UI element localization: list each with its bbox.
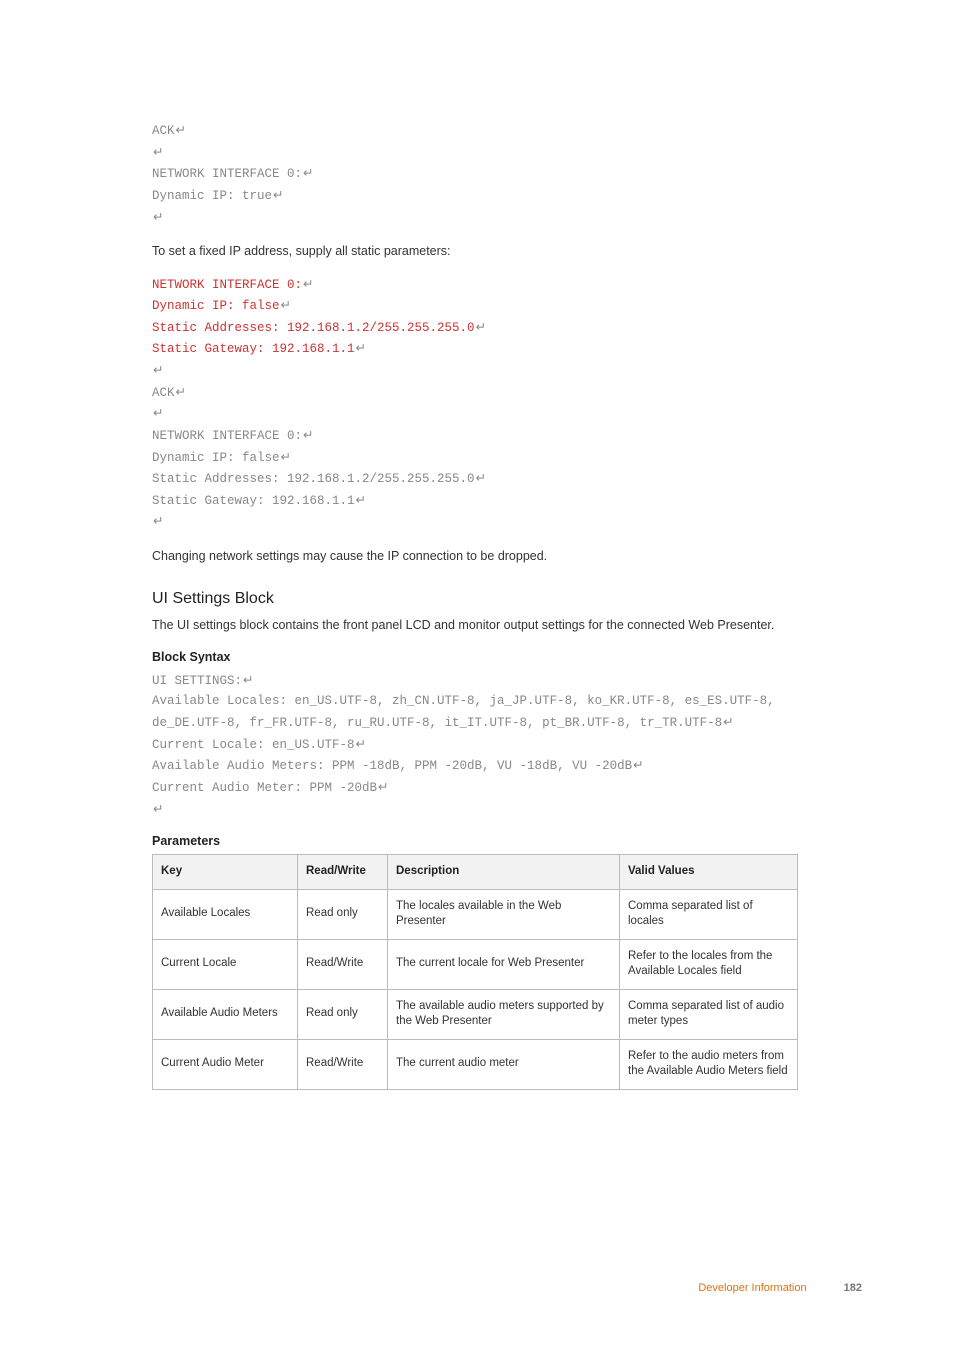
table-row: Available LocalesRead onlyThe locales av… <box>153 889 798 939</box>
carriage-return-icon: ↵ <box>272 188 283 202</box>
carriage-return-icon: ↵ <box>302 277 313 291</box>
table-cell: The locales available in the Web Present… <box>388 889 620 939</box>
table-row: Current Audio MeterRead/WriteThe current… <box>153 1039 798 1089</box>
paragraph-network-drop: Changing network settings may cause the … <box>152 547 798 566</box>
table-cell: Current Locale <box>153 939 298 989</box>
table-cell: Refer to the audio meters from the Avail… <box>620 1039 798 1089</box>
code-line: Current Locale: en_US.UTF-8↵ <box>152 734 798 756</box>
carriage-return-icon: ↵ <box>377 780 388 794</box>
parameters-table: Key Read/Write Description Valid Values … <box>152 854 798 1090</box>
table-cell: Comma separated list of audio meter type… <box>620 989 798 1039</box>
code-line: ↵ <box>152 142 798 164</box>
carriage-return-icon: ↵ <box>355 341 366 355</box>
code-line: ACK↵ <box>152 382 798 404</box>
table-row: Available Audio MetersRead onlyThe avail… <box>153 989 798 1039</box>
table-cell: Read/Write <box>298 1039 388 1089</box>
code-line: Dynamic IP: true↵ <box>152 185 798 207</box>
code-line: Static Gateway: 192.168.1.1↵ <box>152 338 798 360</box>
page-footer: Developer Information 182 <box>698 1282 862 1294</box>
code-line: Static Gateway: 192.168.1.1↵ <box>152 490 798 512</box>
table-cell: Comma separated list of locales <box>620 889 798 939</box>
heading-ui-settings-block: UI Settings Block <box>152 590 798 608</box>
paragraph-set-fixed-ip: To set a fixed IP address, supply all st… <box>152 242 798 261</box>
code-line: ↵ <box>152 360 798 382</box>
code-line: UI SETTINGS:↵ <box>152 670 798 692</box>
heading-block-syntax: Block Syntax <box>152 650 798 664</box>
carriage-return-icon: ↵ <box>152 406 163 420</box>
carriage-return-icon: ↵ <box>475 320 486 334</box>
table-cell: Read only <box>298 989 388 1039</box>
code-line: Current Audio Meter: PPM -20dB↵ <box>152 777 798 799</box>
carriage-return-icon: ↵ <box>242 673 253 687</box>
carriage-return-icon: ↵ <box>152 802 163 816</box>
code-block-static-ip: NETWORK INTERFACE 0:↵Dynamic IP: false↵S… <box>152 274 798 534</box>
footer-section: Developer Information <box>698 1282 806 1294</box>
table-row: Current LocaleRead/WriteThe current loca… <box>153 939 798 989</box>
heading-parameters: Parameters <box>152 834 798 848</box>
carriage-return-icon: ↵ <box>152 145 163 159</box>
th-readwrite: Read/Write <box>298 855 388 890</box>
table-cell: The available audio meters supported by … <box>388 989 620 1039</box>
table-cell: Read only <box>298 889 388 939</box>
carriage-return-icon: ↵ <box>280 450 291 464</box>
carriage-return-icon: ↵ <box>280 298 291 312</box>
carriage-return-icon: ↵ <box>175 123 186 137</box>
table-cell: The current locale for Web Presenter <box>388 939 620 989</box>
carriage-return-icon: ↵ <box>302 428 313 442</box>
table-cell: Available Locales <box>153 889 298 939</box>
code-line: NETWORK INTERFACE 0:↵ <box>152 163 798 185</box>
carriage-return-icon: ↵ <box>152 210 163 224</box>
carriage-return-icon: ↵ <box>302 166 313 180</box>
table-cell: Available Audio Meters <box>153 989 298 1039</box>
code-line: Dynamic IP: false↵ <box>152 447 798 469</box>
carriage-return-icon: ↵ <box>175 385 186 399</box>
carriage-return-icon: ↵ <box>722 715 733 729</box>
footer-page-number: 182 <box>844 1282 862 1294</box>
th-description: Description <box>388 855 620 890</box>
carriage-return-icon: ↵ <box>355 493 366 507</box>
code-line: ↵ <box>152 207 798 229</box>
carriage-return-icon: ↵ <box>355 737 366 751</box>
code-line: NETWORK INTERFACE 0:↵ <box>152 274 798 296</box>
code-line: Dynamic IP: false↵ <box>152 295 798 317</box>
code-line: ↵ <box>152 511 798 533</box>
th-key: Key <box>153 855 298 890</box>
code-line: Available Audio Meters: PPM -18dB, PPM -… <box>152 755 798 777</box>
carriage-return-icon: ↵ <box>475 471 486 485</box>
carriage-return-icon: ↵ <box>152 514 163 528</box>
table-cell: The current audio meter <box>388 1039 620 1089</box>
table-cell: Read/Write <box>298 939 388 989</box>
table-cell: Current Audio Meter <box>153 1039 298 1089</box>
code-block-ui-settings: UI SETTINGS:↵Available Locales: en_US.UT… <box>152 670 798 820</box>
code-line: Available Locales: en_US.UTF-8, zh_CN.UT… <box>152 691 798 733</box>
carriage-return-icon: ↵ <box>152 363 163 377</box>
th-valid-values: Valid Values <box>620 855 798 890</box>
code-line: ↵ <box>152 799 798 821</box>
table-cell: Refer to the locales from the Available … <box>620 939 798 989</box>
carriage-return-icon: ↵ <box>632 758 643 772</box>
code-line: Static Addresses: 192.168.1.2/255.255.25… <box>152 317 798 339</box>
code-line: NETWORK INTERFACE 0:↵ <box>152 425 798 447</box>
code-line: ACK↵ <box>152 120 798 142</box>
code-line: ↵ <box>152 403 798 425</box>
paragraph-ui-settings-desc: The UI settings block contains the front… <box>152 616 798 635</box>
code-block-ack-dynamic: ACK↵↵NETWORK INTERFACE 0:↵Dynamic IP: tr… <box>152 120 798 228</box>
table-header-row: Key Read/Write Description Valid Values <box>153 855 798 890</box>
code-line: Static Addresses: 192.168.1.2/255.255.25… <box>152 468 798 490</box>
